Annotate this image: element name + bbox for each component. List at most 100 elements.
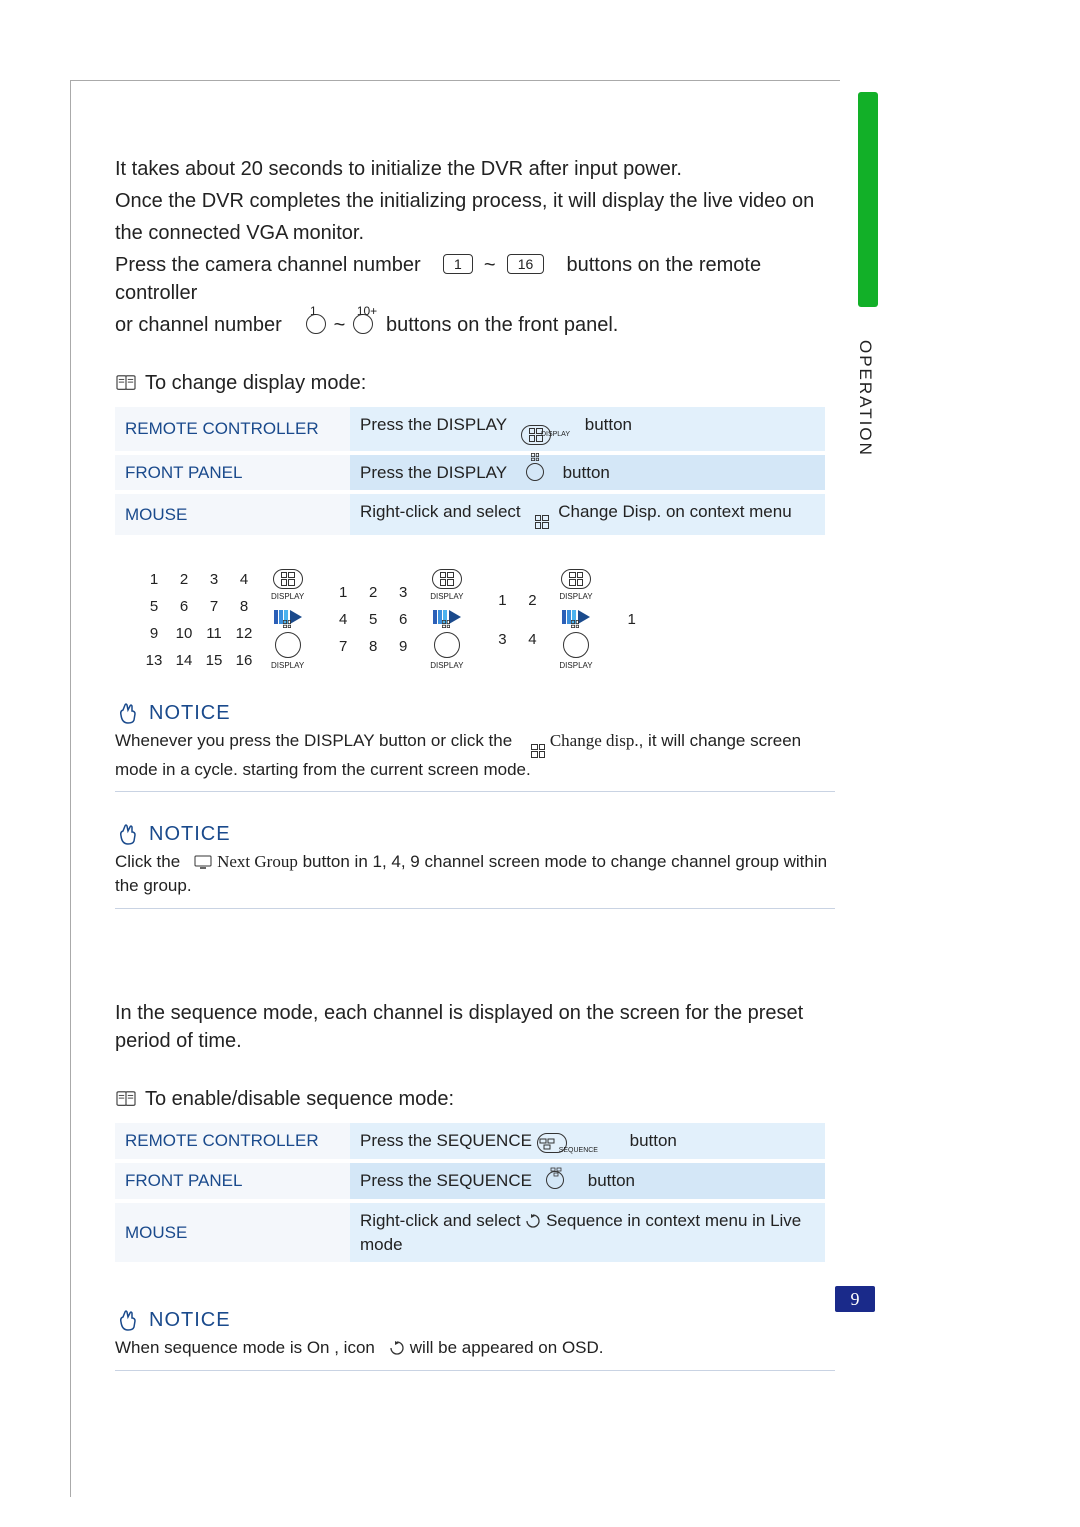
text: Right-click and select — [360, 1211, 521, 1230]
notice-header: NOTICE — [115, 820, 835, 848]
label: DISPLAY — [430, 591, 463, 602]
mode-icon-stack: DISPLAY DISPLAY — [271, 569, 304, 671]
display-panel-icon — [434, 632, 460, 658]
table-row: MOUSE Right-click and select Sequence in… — [115, 1201, 825, 1265]
book-icon — [115, 1090, 137, 1108]
cell-device: REMOTE CONTROLLER — [115, 407, 350, 453]
notice-body: Whenever you press the DISPLAY button or… — [115, 729, 835, 792]
cell-action: Press the DISPLAY DISPLAY button — [350, 407, 825, 453]
display-panel-icon — [563, 632, 589, 658]
side-color-bar — [858, 92, 878, 307]
channel-button-16: 16 — [507, 254, 545, 274]
page: OPERATION 9 It takes about 20 seconds to… — [0, 0, 1080, 1527]
grid-icon — [531, 744, 545, 758]
display-panel-icon — [275, 632, 301, 658]
display-button-icon — [432, 569, 462, 589]
hand-icon — [115, 822, 141, 846]
display-button-icon — [561, 569, 591, 589]
tilde: ~ — [334, 314, 346, 336]
text: Press the SEQUENCE — [360, 1131, 532, 1150]
text: , it will change screen — [639, 731, 802, 750]
front-panel-button-10plus: 10+ — [353, 314, 373, 334]
notice-header: NOTICE — [115, 699, 835, 727]
text: Press the camera channel number — [115, 254, 421, 276]
text: button — [585, 415, 632, 434]
mode-9: 123 456 789 DISPLAY DISPLAY — [334, 569, 463, 671]
intro-line-3: Press the camera channel number 1 ~ 16 b… — [115, 251, 835, 307]
text: mode in a cycle. starting from the curre… — [115, 760, 531, 779]
notice-body: When sequence mode is On , icon will be … — [115, 1336, 835, 1371]
label: DISPLAY — [430, 660, 463, 671]
display-mode-diagram: 1234 5678 9101112 13141516 DISPLAY DIS — [145, 569, 835, 671]
text-ital: Change disp. — [550, 731, 639, 750]
sequence-icon — [389, 1340, 405, 1356]
text: Press the DISPLAY — [360, 415, 507, 434]
heading-text: To change display mode: — [145, 369, 366, 397]
label: 1 — [310, 303, 317, 320]
label: DISPLAY — [559, 591, 592, 602]
mode-icon-stack: DISPLAY DISPLAY — [559, 569, 592, 671]
label: DISPLAY — [271, 591, 304, 602]
text: buttons on the front panel. — [386, 314, 618, 336]
hand-icon — [115, 1308, 141, 1332]
text: button — [630, 1131, 677, 1150]
text: Click the — [115, 852, 180, 871]
sequence-icon — [525, 1213, 541, 1229]
cell-device: FRONT PANEL — [115, 1161, 350, 1201]
intro-text: It takes about 20 seconds to initialize … — [115, 155, 835, 339]
text: Press the DISPLAY — [360, 463, 507, 482]
intro-line-4: or channel number 1 ~ 10+ buttons on the… — [115, 311, 835, 339]
table-row: REMOTE CONTROLLER Press the SEQUENCE SEQ… — [115, 1123, 825, 1161]
intro-line-2b: the connected VGA monitor. — [115, 219, 835, 247]
text: or channel number — [115, 314, 282, 336]
text: Change Disp. on context menu — [558, 502, 791, 521]
intro-line-1: It takes about 20 seconds to initialize … — [115, 155, 835, 183]
text: button in 1, 4, 9 channel screen mode to… — [303, 852, 828, 871]
sequence-table: REMOTE CONTROLLER Press the SEQUENCE SEQ… — [115, 1123, 825, 1266]
display-panel-icon — [526, 463, 544, 481]
cell-device: MOUSE — [115, 492, 350, 537]
mode-icon-stack: DISPLAY DISPLAY — [430, 569, 463, 671]
change-display-heading: To change display mode: — [115, 369, 835, 397]
notice-block: NOTICE When sequence mode is On , icon w… — [115, 1306, 835, 1371]
cell-action: Right-click and select Sequence in conte… — [350, 1201, 825, 1265]
cell-device: MOUSE — [115, 1201, 350, 1265]
channel-button-1: 1 — [443, 254, 473, 274]
text: Whenever you press the DISPLAY button or… — [115, 731, 512, 750]
notice-block: NOTICE Click the Next Group button in 1,… — [115, 820, 835, 909]
sequence-intro-2: period of time. — [115, 1027, 835, 1055]
book-icon — [115, 374, 137, 392]
grid-1: 1 — [623, 609, 641, 630]
cell-action: Right-click and select Change Disp. on c… — [350, 492, 825, 537]
page-number: 9 — [835, 1286, 875, 1312]
mode-1: 1 — [623, 569, 641, 671]
display-mode-table: REMOTE CONTROLLER Press the DISPLAY DISP… — [115, 407, 825, 539]
text: button — [563, 463, 610, 482]
display-button-icon — [273, 569, 303, 589]
text: When sequence mode is On , icon — [115, 1338, 375, 1357]
icon-sub: DISPLAY — [541, 431, 570, 438]
cell-device: FRONT PANEL — [115, 453, 350, 493]
section-tab: OPERATION — [855, 340, 875, 457]
text: will be appeared on OSD. — [410, 1338, 604, 1357]
sequence-panel-icon — [546, 1171, 564, 1189]
label: DISPLAY — [559, 660, 592, 671]
table-row: MOUSE Right-click and select Change Disp… — [115, 492, 825, 537]
tilde: ~ — [484, 254, 496, 276]
icon-sub: SEQUENCE — [559, 1147, 598, 1154]
table-row: REMOTE CONTROLLER Press the DISPLAY DISP… — [115, 407, 825, 453]
intro-line-2a: Once the DVR completes the initializing … — [115, 187, 835, 215]
notice-header: NOTICE — [115, 1306, 835, 1334]
sequence-section: In the sequence mode, each channel is di… — [115, 999, 835, 1371]
mode-16: 1234 5678 9101112 13141516 DISPLAY DIS — [145, 569, 304, 671]
text: button — [588, 1171, 635, 1190]
grid-4: 12 34 — [493, 590, 541, 650]
text: the group. — [115, 876, 192, 895]
hand-icon — [115, 701, 141, 725]
notice-body: Click the Next Group button in 1, 4, 9 c… — [115, 850, 835, 909]
grid-icon — [535, 515, 549, 529]
notice-title: NOTICE — [149, 1306, 231, 1334]
label: DISPLAY — [271, 660, 304, 671]
cell-device: REMOTE CONTROLLER — [115, 1123, 350, 1161]
heading-text: To enable/disable sequence mode: — [145, 1085, 454, 1113]
